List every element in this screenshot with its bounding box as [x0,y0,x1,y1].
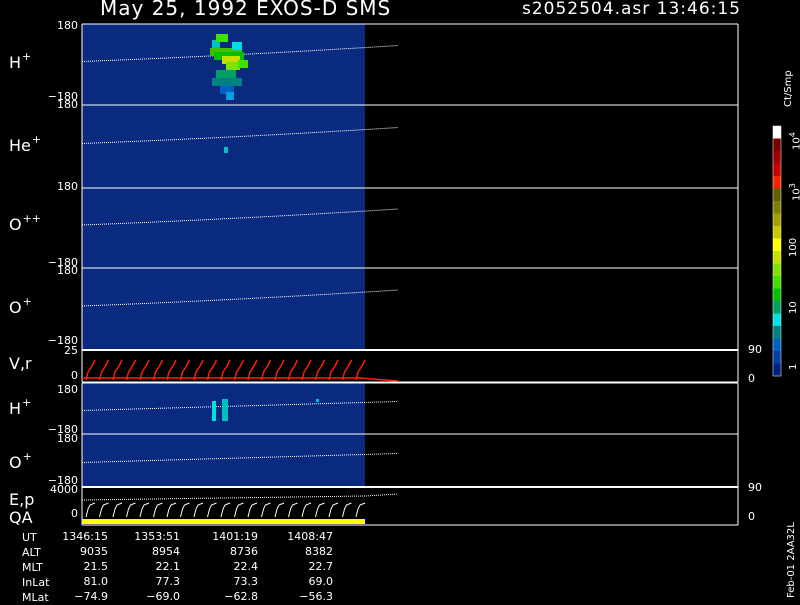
footer-value: 69.0 [308,575,334,588]
footer-value: 21.5 [83,560,109,573]
footer-label-mlat: MLat [22,591,49,604]
ep-bottom-tick: 0 [71,507,78,520]
colorbar-swatch [773,326,781,339]
lp2-top-tick: 180 [57,432,78,445]
colorbar-swatch [773,163,781,177]
h-plus-heatmap-cell [226,92,234,100]
footer-value: −62.8 [224,590,258,603]
h-plus-heatmap-cell [216,70,236,78]
vr-right-bottom-tick: 0 [748,372,755,385]
colorbar-swatch [773,263,781,277]
colorbar-swatch [773,151,781,164]
colorbar-tick-1e4: 104 [788,132,800,150]
footer-value: 22.1 [155,560,181,573]
p2-top-tick: 180 [57,98,78,111]
colorbar-swatch [773,276,781,289]
colorbar-swatch [773,301,781,314]
colorbar-swatch [773,126,781,139]
colorbar-swatch [773,176,781,189]
h-plus-heatmap-cell [216,34,228,42]
colorbar-unit: Ct/Smp [783,70,794,107]
footer-label-mlt: MLT [22,561,43,574]
colorbar-swatch [773,238,781,252]
footer-label-alt: ALT [22,546,41,559]
panel-background [82,268,365,350]
side-stamp: Feb-01 2AA32L [786,522,797,598]
footer-value: 1401:19 [212,530,258,543]
panel-o-plusplus-label: O++ [9,212,42,234]
footer-value: 81.0 [83,575,109,588]
footer-value: 8382 [305,545,333,558]
colorbar-swatch [773,251,781,264]
colorbar-swatch [773,201,781,214]
footer-value: 1408:47 [287,530,333,543]
colorbar-swatch [773,138,781,152]
p4-top-tick: 180 [57,264,78,277]
footer-value: 22.7 [308,560,334,573]
footer-value: 73.3 [233,575,259,588]
p3-top-tick: 180 [57,180,78,193]
colorbar-tick-1e3: 103 [788,183,800,201]
vr-right-top-tick: 90 [748,343,762,356]
colorbar-swatch [773,338,781,352]
vr-top-tick: 25 [64,344,78,357]
colorbar-tick-10: 10 [788,301,799,314]
qa-bar [82,519,365,524]
footer-value: 9035 [80,545,108,558]
colorbar-swatch [773,213,781,227]
panel-h-plus-label: H+ [9,50,32,72]
lower-h-plus-heatmap-cell [222,399,228,421]
ep-top-tick: 4000 [50,483,78,496]
colorbar-swatch [773,313,781,327]
footer-value: −56.3 [299,590,333,603]
footer-labels: UT ALT MLT InLat MLat [22,530,49,605]
ep-right-top-tick: 90 [748,481,762,494]
colorbar-swatch [773,226,781,239]
footer-label-inlat: InLat [22,576,50,589]
footer-value: −69.0 [146,590,180,603]
colorbar-tick-1: 1 [788,363,799,370]
vr-bottom-tick: 0 [71,369,78,382]
lower-h-plus-heatmap-cell [212,401,216,421]
footer-label-ut: UT [22,531,37,544]
panel-background [82,434,365,487]
h-plus-heatmap-cell [238,60,248,68]
vr-panel-background [82,350,738,382]
panel-o-plus-label: O+ [9,295,32,317]
ep-panel-background [82,487,738,519]
h-plus-heatmap-cell [232,42,242,50]
footer-value: 8954 [152,545,180,558]
footer-value: −74.9 [74,590,108,603]
p1-top-tick: 180 [57,19,78,32]
lp1-top-tick: 180 [57,383,78,396]
panel-background [82,105,365,188]
footer-value: 1346:15 [62,530,108,543]
panel-background [82,188,365,268]
lower-o-plus-label: O+ [9,450,32,472]
footer-value: 22.4 [233,560,259,573]
h-plus-heatmap-cell [212,78,242,86]
colorbar-swatch [773,351,781,364]
lower-h-plus-label: H+ [9,396,32,418]
footer-value: 8736 [230,545,258,558]
spectrogram-plot [81,23,782,526]
lower-h-plus-heatmap-cell [316,399,319,402]
footer-value: 77.3 [155,575,181,588]
panel-he-plus-label: He+ [9,133,42,155]
h-plus-heatmap-cell [226,62,240,70]
colorbar-swatch [773,288,781,302]
ep-right-bottom-tick: 0 [748,510,755,523]
colorbar-tick-100: 100 [788,237,799,257]
footer-value: 1353:51 [134,530,180,543]
colorbar-swatch [773,363,781,377]
colorbar-swatch [773,188,781,202]
he-plus-heatmap-cell [224,147,228,153]
